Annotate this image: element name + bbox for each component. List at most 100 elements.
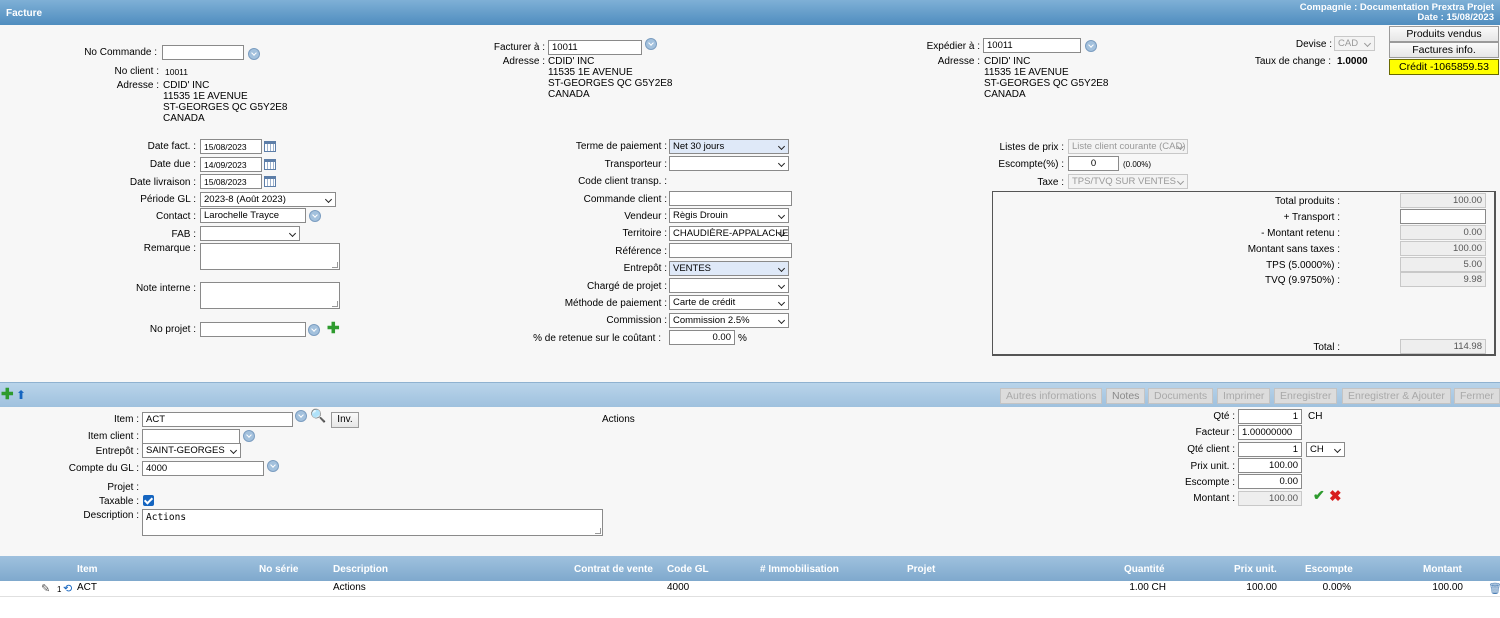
credit-badge[interactable]: Crédit -1065859.53: [1389, 59, 1499, 75]
listes-prix-select[interactable]: Liste client courante (CAD): [1068, 139, 1188, 154]
lookup-icon[interactable]: [267, 460, 279, 472]
col-immobilisation[interactable]: # Immobilisation: [760, 564, 839, 575]
add-project-icon[interactable]: ✚: [327, 321, 340, 336]
lookup-icon[interactable]: [645, 38, 657, 50]
contact-input[interactable]: Larochelle Trayce: [200, 208, 306, 223]
no-commande-label: No Commande :: [84, 47, 157, 58]
facteur-input[interactable]: 1.00000000: [1238, 425, 1302, 440]
item-entrepot-select[interactable]: SAINT-GEORGES: [142, 443, 241, 458]
total-value: 0.00: [1400, 225, 1486, 240]
search-icon[interactable]: 🔍: [310, 408, 326, 424]
col-description[interactable]: Description: [333, 564, 388, 575]
factures-info-button[interactable]: Factures info.: [1389, 42, 1499, 58]
taux-value: 1.0000: [1337, 56, 1368, 67]
transport-input[interactable]: [1400, 209, 1486, 224]
imprimer-button[interactable]: Imprimer: [1217, 388, 1271, 404]
no-projet-input[interactable]: [200, 322, 306, 337]
note-interne-label: Note interne :: [135, 283, 196, 294]
item-input[interactable]: ACT: [142, 412, 293, 427]
col-projet[interactable]: Projet: [907, 564, 935, 575]
autres-informations-button[interactable]: Autres informations: [1000, 388, 1103, 404]
lookup-icon[interactable]: [308, 324, 320, 336]
entrepot-select[interactable]: VENTES: [669, 261, 789, 276]
documents-button[interactable]: Documents: [1148, 388, 1214, 404]
current-date: Date : 15/08/2023: [1417, 12, 1494, 23]
qte-client-unit-select[interactable]: CH: [1306, 442, 1345, 457]
qte-input[interactable]: 1: [1238, 409, 1302, 424]
address-line: ST-GEORGES QC G5Y2E8: [163, 102, 288, 113]
col-no-serie[interactable]: No série: [259, 564, 298, 575]
terme-select[interactable]: Net 30 jours: [669, 139, 789, 154]
inv-button[interactable]: Inv.: [331, 412, 359, 428]
escompte-input[interactable]: 0: [1068, 156, 1119, 171]
taxable-checkbox[interactable]: [143, 495, 154, 506]
lookup-icon[interactable]: [295, 410, 307, 422]
lookup-icon[interactable]: [1085, 40, 1097, 52]
delete-icon[interactable]: 🗑: [1488, 582, 1500, 595]
col-item[interactable]: Item: [77, 564, 98, 575]
notes-button[interactable]: Notes: [1106, 388, 1146, 404]
fab-select[interactable]: [200, 226, 300, 241]
calendar-icon[interactable]: [264, 159, 276, 170]
fermer-button[interactable]: Fermer: [1454, 388, 1500, 404]
item-escompte-input[interactable]: 0.00: [1238, 474, 1302, 489]
taxe-select[interactable]: TPS/TVQ SUR VENTES: [1068, 174, 1188, 189]
reference-input[interactable]: [669, 243, 792, 258]
retenue-input[interactable]: 0.00: [669, 330, 735, 345]
commande-client-input[interactable]: [669, 191, 792, 206]
devise-select[interactable]: CAD: [1334, 36, 1375, 51]
calendar-icon[interactable]: [264, 141, 276, 152]
item-client-input[interactable]: [142, 429, 240, 444]
description-textarea[interactable]: Actions: [142, 509, 603, 536]
col-contrat-vente[interactable]: Contrat de vente: [574, 564, 653, 575]
prix-unit-input[interactable]: 100.00: [1238, 458, 1302, 473]
commission-select[interactable]: Commission 2.5%: [669, 313, 789, 328]
total-value: 9.98: [1400, 272, 1486, 287]
periode-select[interactable]: 2023-8 (Août 2023): [200, 192, 336, 207]
grand-total-label: Total :: [1313, 342, 1340, 353]
add-line-icon[interactable]: ✚: [1, 387, 14, 402]
percent-sign: %: [738, 333, 747, 344]
adresse-label: Adresse :: [937, 56, 980, 67]
col-escompte[interactable]: Escompte: [1305, 564, 1353, 575]
no-commande-input[interactable]: [162, 45, 244, 60]
col-quantite[interactable]: Quantité: [1124, 564, 1165, 575]
edit-icon[interactable]: ✎: [41, 582, 50, 595]
date-livraison-input[interactable]: 15/08/2023: [200, 174, 262, 189]
remarque-textarea[interactable]: [200, 243, 340, 270]
transporteur-select[interactable]: [669, 156, 789, 171]
charge-projet-select[interactable]: [669, 278, 789, 293]
lookup-icon[interactable]: [309, 210, 321, 222]
expedier-input[interactable]: 10011: [983, 38, 1081, 53]
address-line: CANADA: [984, 89, 1026, 100]
produits-vendus-button[interactable]: Produits vendus: [1389, 26, 1499, 42]
total-label: + Transport :: [1283, 212, 1340, 223]
table-row[interactable]: ✎ 1 ⟲ ACT Actions 4000 1.00 CH 100.00 0.…: [0, 581, 1500, 597]
col-prix-unit[interactable]: Prix unit.: [1234, 564, 1277, 575]
enregistrer-ajouter-button[interactable]: Enregistrer & Ajouter: [1342, 388, 1451, 404]
vendeur-label: Vendeur :: [624, 211, 667, 222]
lookup-icon[interactable]: [243, 430, 255, 442]
lookup-icon[interactable]: [248, 48, 260, 60]
confirm-icon[interactable]: ✔: [1313, 487, 1325, 504]
qte-client-input[interactable]: 1: [1238, 442, 1302, 457]
convert-icon[interactable]: ⟲: [63, 582, 72, 595]
note-interne-textarea[interactable]: [200, 282, 340, 309]
code-client-transp-label: Code client transp. :: [578, 176, 667, 187]
cancel-icon[interactable]: ✖: [1329, 487, 1342, 505]
move-up-icon[interactable]: ⬆: [16, 388, 26, 402]
territoire-select[interactable]: CHAUDIÈRE-APPALACHES: [669, 226, 789, 241]
enregistrer-button[interactable]: Enregistrer: [1274, 388, 1338, 404]
col-montant[interactable]: Montant: [1423, 564, 1462, 575]
vendeur-select[interactable]: Règis Drouin: [669, 208, 789, 223]
facturer-input[interactable]: 10011: [548, 40, 642, 55]
date-livraison-label: Date livraison :: [129, 177, 196, 188]
methode-paiement-label: Méthode de paiement :: [564, 298, 667, 309]
col-code-gl[interactable]: Code GL: [667, 564, 709, 575]
compte-gl-input[interactable]: 4000: [142, 461, 264, 476]
date-fact-input[interactable]: 15/08/2023: [200, 139, 262, 154]
date-due-input[interactable]: 14/09/2023: [200, 157, 262, 172]
calendar-icon[interactable]: [264, 176, 276, 187]
date-due-label: Date due :: [149, 159, 196, 170]
methode-paiement-select[interactable]: Carte de crédit: [669, 295, 789, 310]
